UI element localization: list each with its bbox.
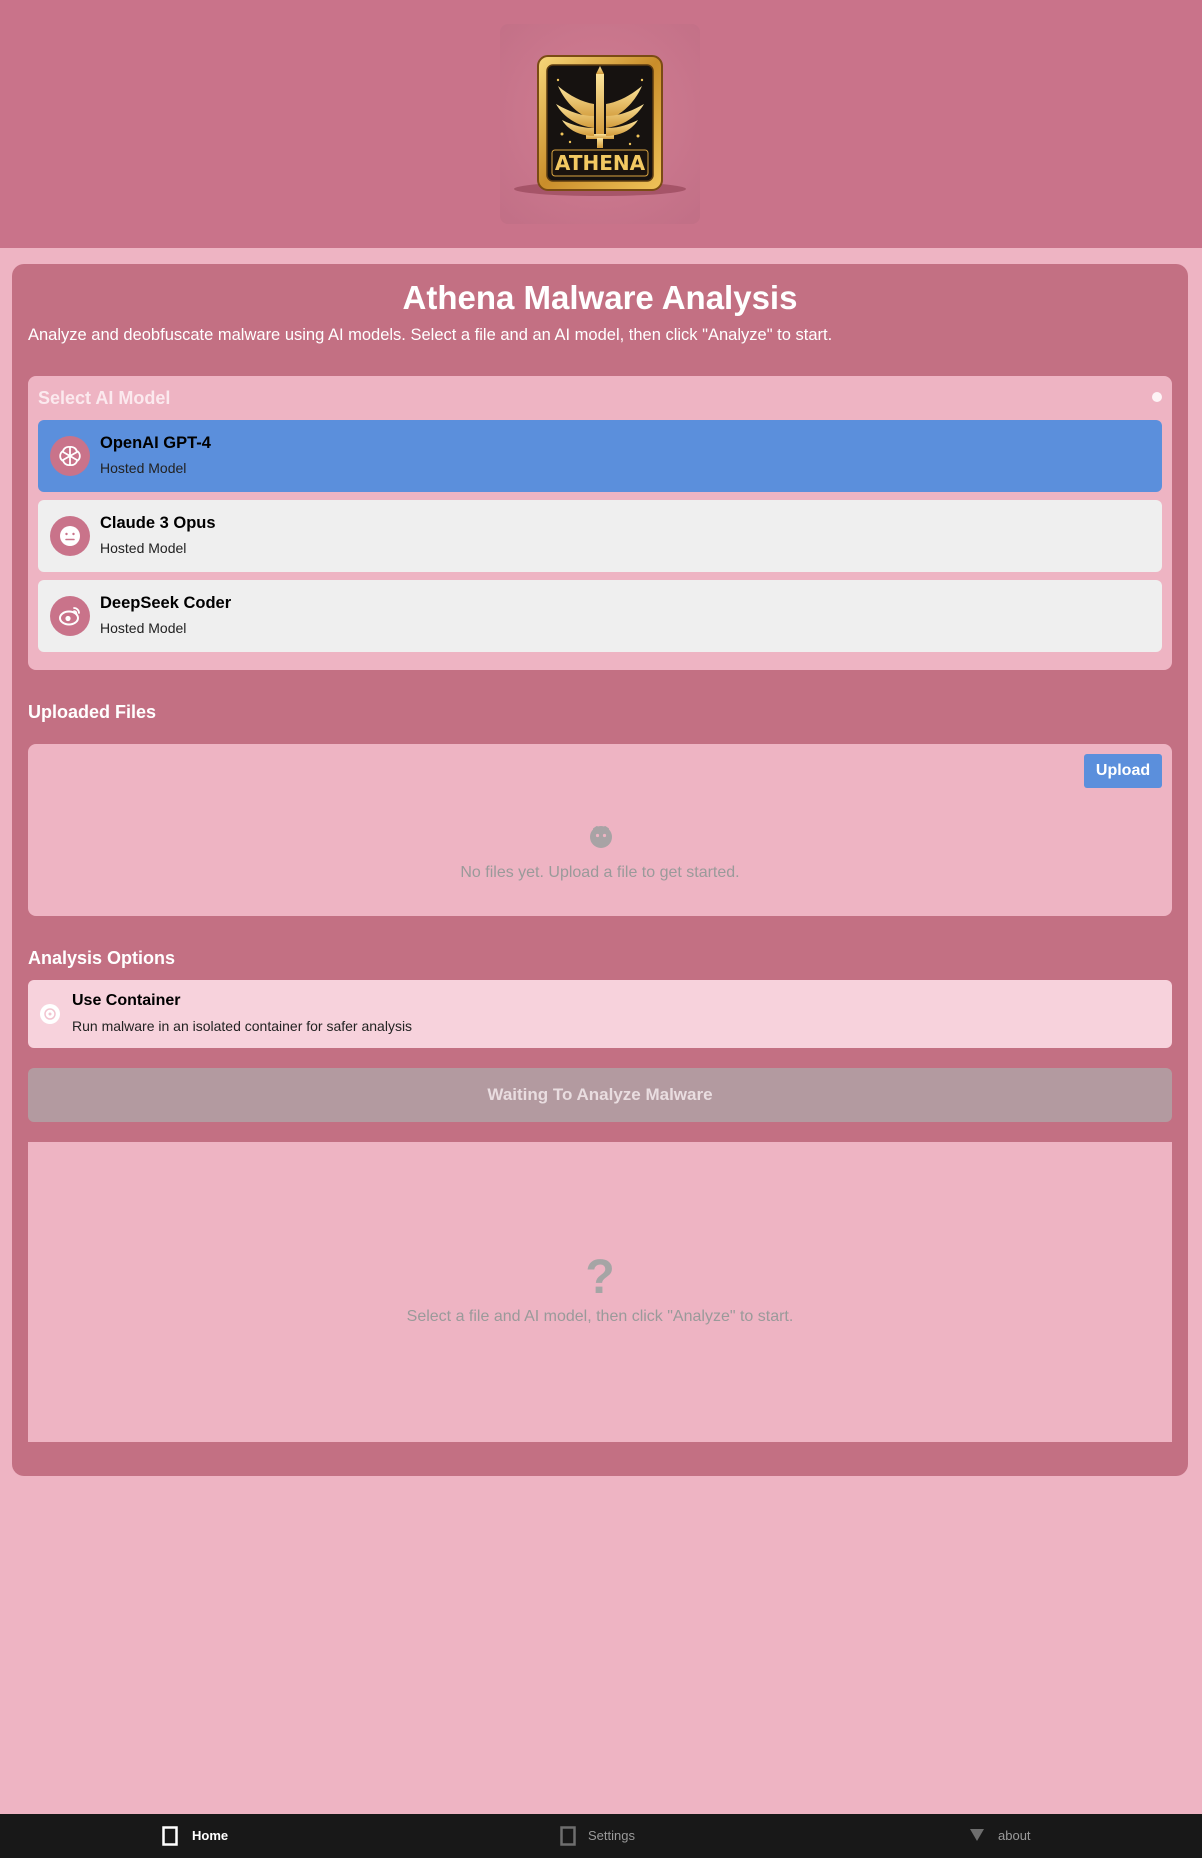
question-mark-icon: ? xyxy=(585,1251,615,1304)
nav-about[interactable]: about xyxy=(970,1814,1080,1858)
empty-files-message: No files yet. Upload a file to get start… xyxy=(460,864,740,881)
claude-face-icon xyxy=(50,516,90,556)
page-subtitle: Analyze and deobfuscate malware using AI… xyxy=(28,326,833,344)
model-option-deepseek-coder[interactable]: DeepSeek Coder Hosted Model xyxy=(38,580,1162,652)
nav-label: Home xyxy=(192,1828,229,1843)
about-icon xyxy=(970,1828,984,1847)
use-container-toggle[interactable] xyxy=(40,1004,60,1024)
model-option-claude-3-opus[interactable]: Claude 3 Opus Hosted Model xyxy=(38,500,1162,572)
nav-settings[interactable]: Settings xyxy=(558,1814,668,1858)
nav-label: about xyxy=(998,1828,1031,1843)
deepseek-icon xyxy=(50,596,90,636)
status-dot xyxy=(1152,392,1162,402)
page-title: Athena Malware Analysis xyxy=(402,279,798,316)
use-container-option[interactable]: Use Container Run malware in an isolated… xyxy=(28,980,1172,1048)
bottom-nav: Home Settings about xyxy=(0,1814,1202,1858)
openai-icon xyxy=(50,436,90,476)
use-container-description: Run malware in an isolated container for… xyxy=(72,1018,413,1034)
model-type: Hosted Model xyxy=(100,460,187,476)
settings-icon xyxy=(560,1826,576,1851)
model-option-openai-gpt-4[interactable]: OpenAI GPT-4 Hosted Model xyxy=(38,420,1162,492)
svg-text:ATHENA: ATHENA xyxy=(555,151,646,175)
uploaded-files-panel: Upload No files yet. Upload a file to ge… xyxy=(28,744,1172,916)
athena-shield-logo-icon: ATHENA xyxy=(514,55,686,196)
model-name: Claude 3 Opus xyxy=(100,514,216,532)
model-name: OpenAI GPT-4 xyxy=(100,434,211,452)
app-header: ATHENA xyxy=(0,0,1202,248)
analysis-options-heading: Analysis Options xyxy=(28,948,176,968)
model-select-panel: Select AI Model OpenAI GPT-4 Hosted Mode… xyxy=(28,376,1172,670)
nav-home[interactable]: Home xyxy=(160,1814,270,1858)
nav-label: Settings xyxy=(588,1828,635,1843)
model-type: Hosted Model xyxy=(100,540,187,556)
empty-face-icon xyxy=(588,824,614,855)
use-container-title: Use Container xyxy=(72,992,181,1009)
upload-button[interactable]: Upload xyxy=(1084,754,1162,788)
home-icon xyxy=(162,1826,178,1851)
results-empty-message: Select a file and AI model, then click "… xyxy=(406,1308,794,1325)
analysis-results-panel: ? Select a file and AI model, then click… xyxy=(28,1142,1172,1442)
main-card: Athena Malware Analysis Analyze and deob… xyxy=(12,264,1188,1476)
model-type: Hosted Model xyxy=(100,620,187,636)
uploaded-files-heading: Uploaded Files xyxy=(28,702,157,722)
model-select-heading: Select AI Model xyxy=(38,388,171,408)
athena-logo: ATHENA xyxy=(500,24,700,224)
analyze-button[interactable]: Waiting To Analyze Malware xyxy=(28,1068,1172,1122)
model-name: DeepSeek Coder xyxy=(100,594,232,612)
